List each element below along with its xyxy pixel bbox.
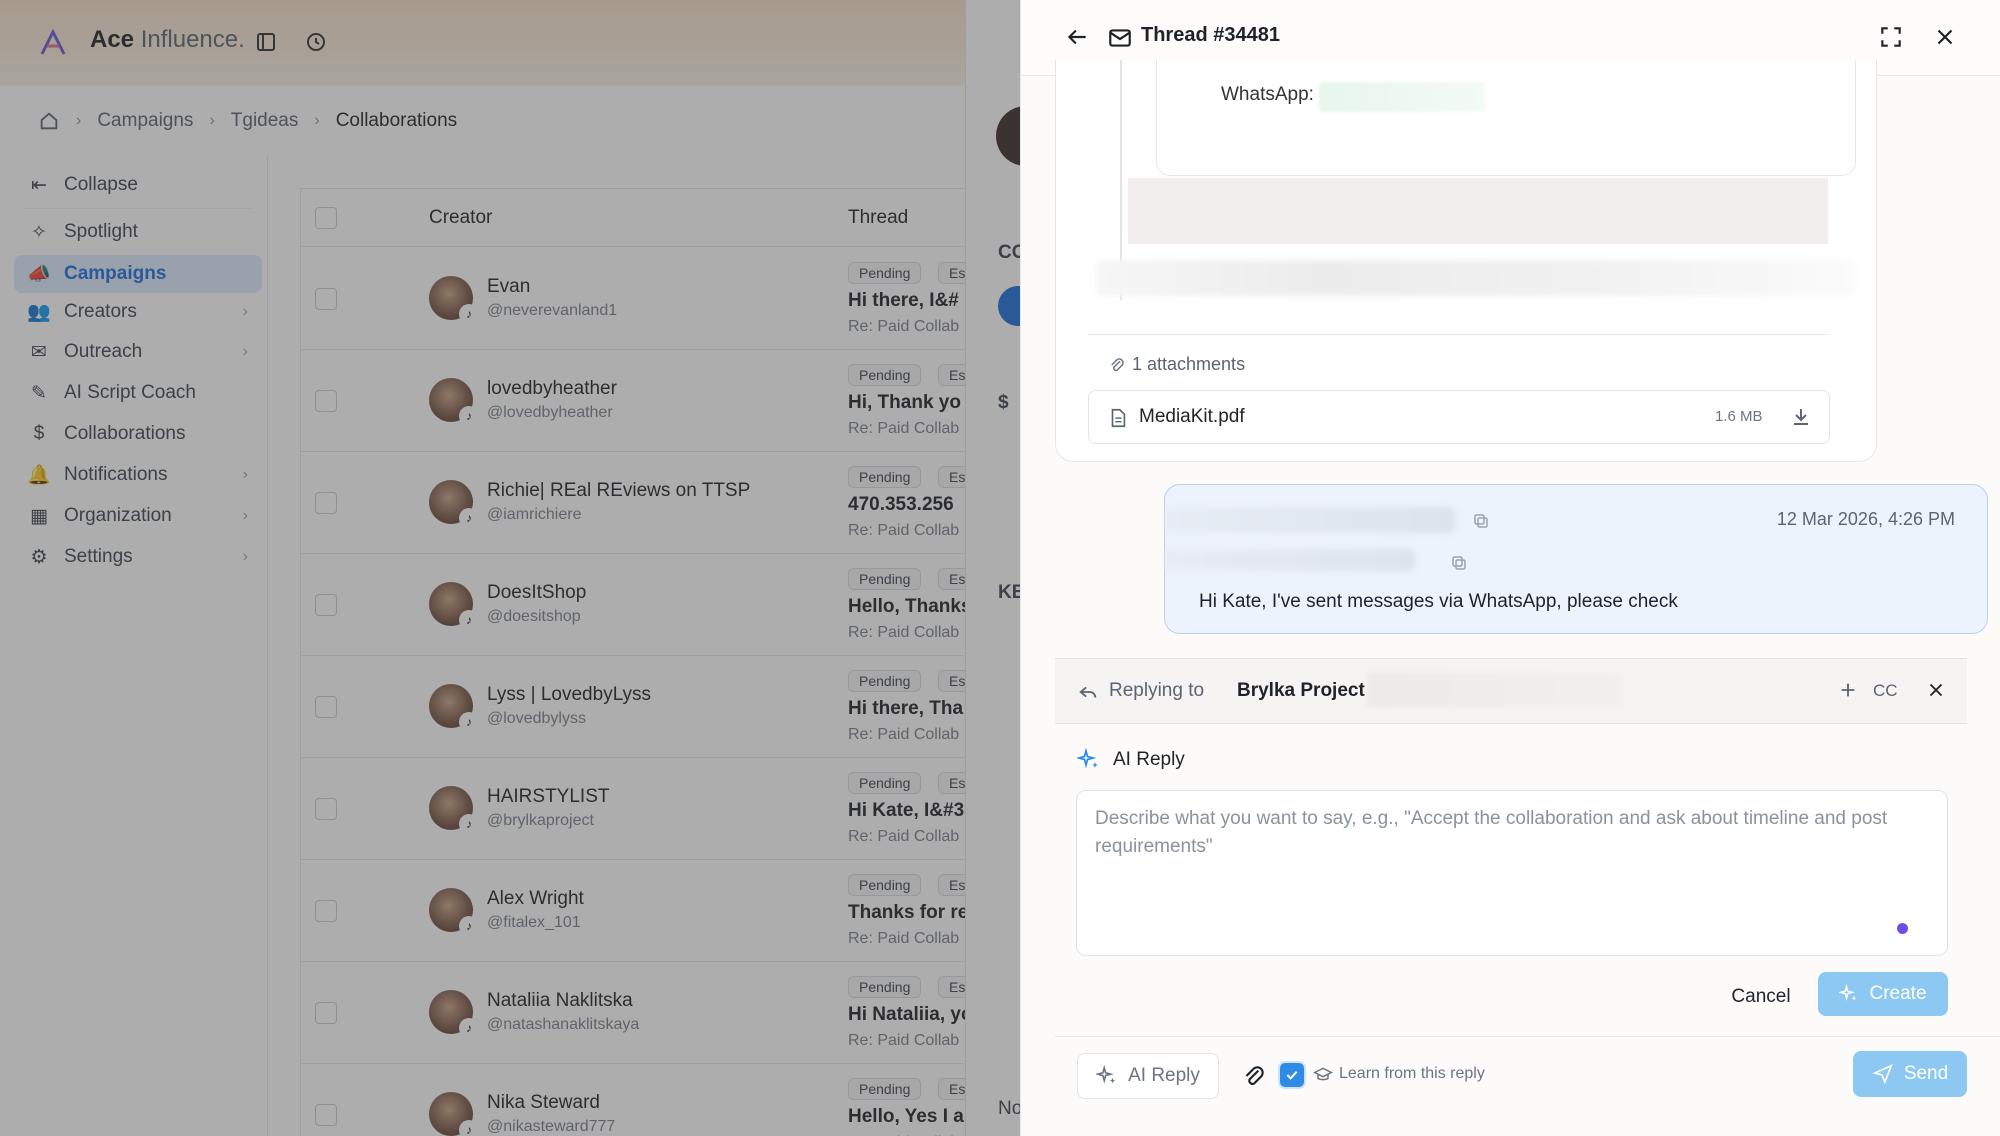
attachments-count: 1 attachments (1108, 354, 1245, 375)
mail-icon (1109, 29, 1131, 47)
redacted-text (1165, 507, 1455, 533)
expand-icon[interactable] (1878, 24, 1904, 50)
send-icon (1872, 1064, 1893, 1085)
file-name: MediaKit.pdf (1139, 406, 1245, 427)
file-size: 1.6 MB (1715, 408, 1763, 425)
quoted-message: WhatsApp: (1156, 60, 1856, 176)
cancel-button[interactable]: Cancel (1716, 977, 1806, 1017)
compose-footer: AI Reply Learn from this reply Send (1055, 1036, 2000, 1136)
ai-reply-label: AI Reply (1077, 748, 1185, 772)
copy-icon[interactable] (1450, 554, 1468, 572)
back-arrow-icon[interactable] (1064, 24, 1090, 50)
learn-label: Learn from this reply (1339, 1065, 1485, 1082)
redacted-email (1367, 673, 1623, 707)
ai-reply-button[interactable]: AI Reply (1077, 1053, 1219, 1099)
reply-icon (1079, 686, 1097, 698)
attachment-file[interactable]: MediaKit.pdf 1.6 MB (1088, 390, 1830, 444)
thread-title: Thread #34481 (1141, 24, 1280, 46)
download-icon[interactable] (1789, 405, 1813, 429)
reply-bar: Replying to Brylka Project CC (1055, 658, 1967, 724)
sent-message: 12 Mar 2026, 4:26 PM Hi Kate, I've sent … (1164, 484, 1988, 634)
replying-to-label: Replying to (1109, 680, 1205, 701)
message-body: Hi Kate, I've sent messages via WhatsApp… (1199, 591, 1678, 612)
create-button-label: Create (1869, 983, 1927, 1004)
redacted-text (1319, 82, 1485, 112)
redacted-block (1128, 178, 1828, 244)
send-button-label: Send (1903, 1063, 1949, 1084)
recipient-name: Brylka Project (1237, 680, 1365, 701)
redacted-text (1096, 260, 1856, 296)
learn-checkbox[interactable] (1280, 1063, 1304, 1087)
create-button[interactable]: Create (1818, 972, 1948, 1016)
thread-drawer: Thread #34481 WhatsApp: 1 attachments Me… (1020, 0, 2000, 1136)
assistant-indicator-dot (1897, 923, 1908, 934)
message-timestamp: 12 Mar 2026, 4:26 PM (1776, 509, 1955, 529)
modal-overlay[interactable] (0, 0, 1020, 1136)
ai-reply-prompt-input[interactable] (1076, 790, 1948, 956)
close-icon[interactable] (1925, 679, 1947, 701)
message-card: WhatsApp: 1 attachments MediaKit.pdf 1.6… (1055, 60, 1877, 462)
redacted-text (1165, 549, 1415, 571)
sparkles-icon (1077, 748, 1098, 769)
send-button[interactable]: Send (1853, 1051, 1967, 1097)
cc-button[interactable]: CC (1873, 681, 1898, 701)
plus-icon[interactable] (1837, 679, 1859, 701)
graduation-cap-icon (1313, 1067, 1333, 1081)
paperclip-icon (1111, 357, 1124, 371)
quote-whatsapp-label: WhatsApp: (1221, 84, 1314, 105)
copy-icon[interactable] (1472, 512, 1490, 530)
check-icon (1286, 1070, 1298, 1080)
divider (1088, 334, 1828, 335)
sparkles-icon (1839, 984, 1857, 1002)
paperclip-icon[interactable] (1241, 1063, 1267, 1089)
ai-reply-button-label: AI Reply (1128, 1065, 1200, 1086)
close-icon[interactable] (1932, 24, 1958, 50)
file-icon (1111, 408, 1126, 428)
sparkles-icon (1096, 1065, 1116, 1084)
